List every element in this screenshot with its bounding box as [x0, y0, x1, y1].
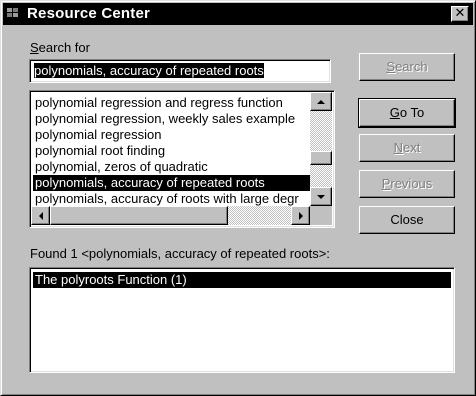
vertical-scroll-thumb[interactable] — [310, 151, 332, 165]
arrow-left-icon — [38, 211, 43, 220]
search-input[interactable]: polynomials, accuracy of repeated roots — [29, 59, 331, 83]
topic-list-item[interactable]: polynomials, accuracy of repeated roots — [33, 175, 315, 191]
title-bar[interactable]: Resource Center ✕ — [3, 3, 473, 25]
topic-list-item[interactable]: polynomials, accuracy of roots with larg… — [33, 191, 315, 207]
arrow-down-icon — [317, 194, 325, 199]
scroll-right-button[interactable] — [291, 206, 310, 225]
next-button[interactable]: Next — [359, 134, 455, 162]
search-button[interactable]: Search — [359, 53, 455, 81]
previous-button[interactable]: Previous — [359, 170, 455, 198]
scroll-up-button[interactable] — [310, 92, 332, 111]
result-item[interactable]: The polyroots Function (1) — [33, 272, 451, 288]
search-label: Search for — [30, 40, 90, 55]
horizontal-scroll-thumb[interactable] — [50, 206, 228, 225]
topic-list-item[interactable]: polynomial regression — [33, 127, 315, 143]
app-icon — [7, 8, 21, 20]
topic-list-item[interactable]: polynomial regression, weekly sales exam… — [33, 111, 315, 127]
close-window-button[interactable]: ✕ — [451, 6, 469, 22]
arrow-up-icon — [317, 99, 325, 104]
close-icon: ✕ — [454, 6, 466, 21]
arrow-right-icon — [298, 211, 303, 220]
scroll-left-button[interactable] — [31, 206, 50, 225]
scrollbar-corner — [310, 206, 332, 225]
topic-list-item[interactable]: polynomial regression and regress functi… — [33, 95, 315, 111]
results-listbox[interactable]: The polyroots Function (1) — [29, 267, 455, 373]
topic-list-item[interactable]: polynomial, zeros of quadratic — [33, 159, 315, 175]
go-to-button[interactable]: Go To — [358, 98, 456, 128]
window-title: Resource Center — [27, 5, 151, 22]
resource-center-window: Resource Center ✕ Search for polynomials… — [0, 0, 476, 396]
topic-list-item[interactable]: polynomial root finding — [33, 143, 315, 159]
scroll-down-button[interactable] — [310, 187, 332, 206]
close-button[interactable]: Close — [359, 206, 455, 234]
found-label: Found 1 <polynomials, accuracy of repeat… — [30, 246, 330, 261]
topic-list: polynomial regression and regress functi… — [33, 95, 315, 209]
search-input-value: polynomials, accuracy of repeated roots — [34, 63, 264, 78]
